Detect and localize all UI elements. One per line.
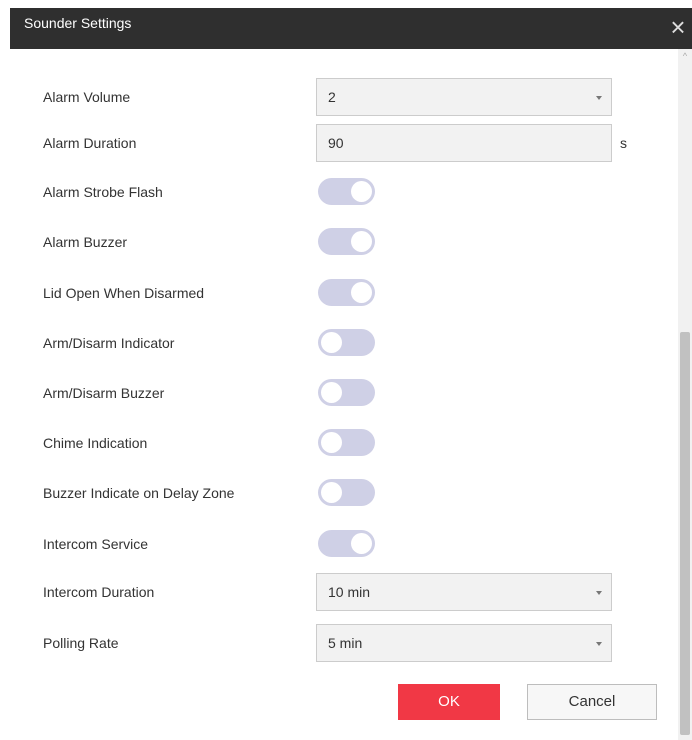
alarm-duration-unit: s <box>620 135 627 151</box>
lid-open-when-disarmed-toggle[interactable] <box>318 279 375 306</box>
alarm-strobe-flash-label: Alarm Strobe Flash <box>43 184 163 200</box>
polling-rate-label: Polling Rate <box>43 635 119 651</box>
arm-disarm-buzzer-toggle[interactable] <box>318 379 375 406</box>
chevron-down-icon <box>596 642 602 646</box>
arm-disarm-indicator-toggle[interactable] <box>318 329 375 356</box>
chevron-down-icon <box>596 591 602 595</box>
intercom-duration-value: 10 min <box>328 584 371 600</box>
toggle-knob <box>351 181 372 202</box>
toggle-knob <box>321 482 342 503</box>
toggle-knob <box>351 533 372 554</box>
buzzer-indicate-delay-zone-toggle[interactable] <box>318 479 375 506</box>
alarm-buzzer-label: Alarm Buzzer <box>43 234 128 250</box>
alarm-volume-select[interactable]: 2 <box>316 78 612 116</box>
intercom-service-toggle[interactable] <box>318 530 375 557</box>
chevron-down-icon <box>596 96 602 100</box>
dialog-title: Sounder Settings <box>24 15 132 31</box>
cancel-button[interactable]: Cancel <box>527 684 657 720</box>
toggle-knob <box>321 432 342 453</box>
scroll-up-icon[interactable]: ^ <box>678 51 692 61</box>
alarm-duration-value: 90 <box>328 135 344 151</box>
alarm-duration-label: Alarm Duration <box>43 135 137 151</box>
toggle-knob <box>321 382 342 403</box>
toggle-knob <box>321 332 342 353</box>
alarm-volume-label: Alarm Volume <box>43 89 131 105</box>
ok-button[interactable]: OK <box>398 684 500 720</box>
intercom-duration-select[interactable]: 10 min <box>316 573 612 611</box>
intercom-service-label: Intercom Service <box>43 536 149 552</box>
lid-open-when-disarmed-label: Lid Open When Disarmed <box>43 285 205 301</box>
chime-indication-label: Chime Indication <box>43 435 148 451</box>
toggle-knob <box>351 231 372 252</box>
scrollbar[interactable]: ^ <box>678 49 692 740</box>
dialog-titlebar: Sounder Settings × <box>10 8 692 49</box>
intercom-duration-label: Intercom Duration <box>43 584 155 600</box>
close-icon[interactable]: × <box>666 12 690 42</box>
arm-disarm-buzzer-label: Arm/Disarm Buzzer <box>43 385 165 401</box>
dialog-body: Alarm Volume 2 Alarm Duration 90 s Alarm… <box>10 49 692 740</box>
alarm-strobe-flash-toggle[interactable] <box>318 178 375 205</box>
alarm-duration-input[interactable]: 90 <box>316 124 612 162</box>
alarm-volume-value: 2 <box>328 89 336 105</box>
chime-indication-toggle[interactable] <box>318 429 375 456</box>
polling-rate-value: 5 min <box>328 635 363 651</box>
alarm-buzzer-toggle[interactable] <box>318 228 375 255</box>
buzzer-indicate-delay-zone-label: Buzzer Indicate on Delay Zone <box>43 485 235 501</box>
arm-disarm-indicator-label: Arm/Disarm Indicator <box>43 335 175 351</box>
toggle-knob <box>351 282 372 303</box>
scrollbar-thumb[interactable] <box>680 332 690 735</box>
polling-rate-select[interactable]: 5 min <box>316 624 612 662</box>
